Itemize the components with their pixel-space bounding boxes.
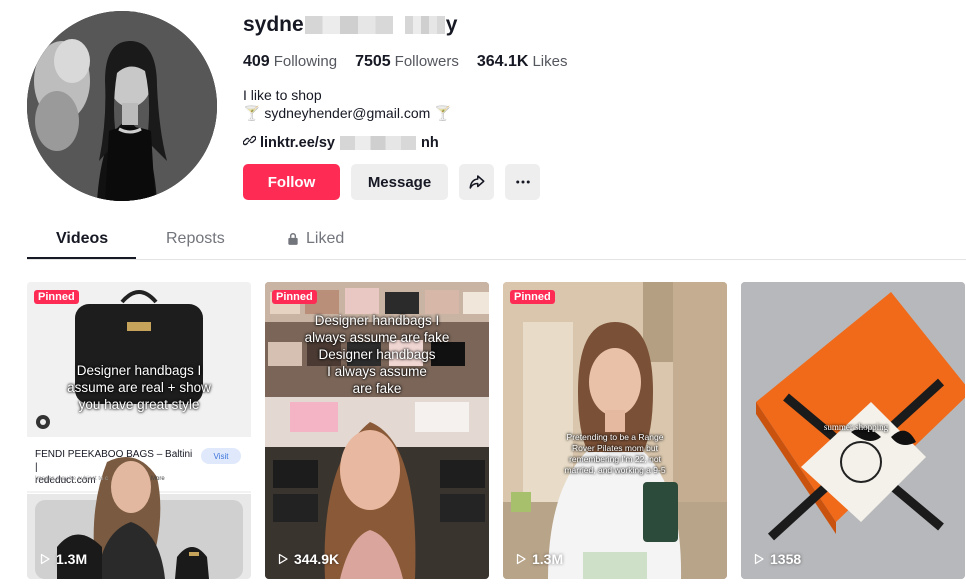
share-button[interactable] [459,164,494,200]
play-icon [754,553,764,565]
active-tab-indicator [27,257,136,259]
view-count: 344.9K [277,551,339,567]
video-caption: Designer handbags I always assume are fa… [277,312,477,397]
profile-username: sydne y [243,13,457,37]
tab-videos[interactable]: Videos [56,230,108,248]
view-count: 1.3M [39,551,87,567]
view-count-value: 1.3M [56,551,88,567]
caption-line: remembering I'm 22, not [569,454,661,464]
tab-liked[interactable]: Liked [286,230,344,248]
video-caption: summer shopping [811,422,901,433]
stat-value: 7505 [355,53,391,70]
message-button[interactable]: Message [351,164,448,200]
follow-button[interactable]: Follow [243,164,340,200]
stat-likes: 364.1K Likes [477,53,568,71]
ad-note: Images may be subject to c [35,476,109,482]
video-card[interactable]: Pinned Pretending to be a Range Rover Pi… [503,282,727,579]
play-icon [278,553,288,565]
caption-line: I always assume [327,364,427,379]
caption-line: always assume are fake [304,330,450,345]
video-card[interactable]: Pinned Designer handbags I assume are re… [27,282,251,579]
caption-line: Pretending to be a Range [566,432,664,442]
link-icon [242,134,257,151]
profile-tabs: Videos Reposts Liked [27,222,966,260]
caption-line: Designer handbags I [314,313,440,328]
view-count-value: 1.3M [532,551,564,567]
caption-line: married, and working a 9-5 [564,465,666,475]
tab-reposts[interactable]: Reposts [166,230,225,248]
view-count-value: 1358 [770,551,802,567]
redacted-block [404,16,445,34]
play-icon [516,553,526,565]
redacted-block [339,135,416,150]
tab-label: Videos [56,230,109,247]
tab-label: Liked [306,230,345,247]
profile-bio: I like to shop 🍸 sydneyhender@gmail.com … [243,86,452,122]
view-count: 1.3M [515,551,563,567]
username-prefix: sydne [243,13,304,36]
caption-line: you have great style [78,397,200,412]
caption-line: Designer handbags I [76,363,202,378]
pinned-badge: Pinned [34,290,79,304]
stat-value: 409 [243,53,270,70]
profile-actions: Follow Message [243,164,540,200]
redacted-block [304,16,393,34]
ad-title-line: FENDI PEEKABOO BAGS – Baltini | [35,449,193,473]
more-button[interactable] [505,164,540,200]
profile-stats: 409 Following 7505 Followers 364.1K Likes [243,53,567,71]
stat-label: Likes [532,53,568,70]
video-caption: Designer handbags I assume are real + sh… [39,362,239,413]
play-icon [40,553,50,565]
view-count: 1358 [753,551,801,567]
link-suffix: nh [420,134,439,151]
view-count-value: 344.9K [294,551,340,567]
more-icon [515,180,530,184]
tab-label: Reposts [166,230,225,247]
bio-line: I like to shop [243,87,322,103]
stat-value: 364.1K [476,53,529,70]
caption-line: Designer handbags [318,347,436,362]
video-card[interactable]: summer shopping 1358 [741,282,965,579]
caption-line: summer shopping [823,422,889,432]
stat-following[interactable]: 409 Following [243,53,337,71]
username-suffix: y [445,13,458,36]
pinned-badge: Pinned [272,290,317,304]
caption-line: are fake [352,381,402,396]
video-grid: Pinned Designer handbags I assume are re… [27,282,965,579]
ad-more: More [151,476,165,482]
link-prefix: linktr.ee/sy [260,134,335,151]
video-card[interactable]: Pinned Designer handbags I always assume… [265,282,489,579]
profile-avatar[interactable] [27,11,217,201]
caption-line: Rover Pilates mom but [572,443,658,453]
bio-line: 🍸 sydneyhender@gmail.com 🍸 [243,105,452,121]
stat-followers[interactable]: 7505 Followers [355,53,459,71]
lock-icon [288,233,298,245]
stat-label: Followers [394,53,459,70]
ad-visit-button: Visit [201,448,241,464]
pinned-badge: Pinned [510,290,555,304]
share-icon [469,175,484,189]
profile-link[interactable]: linktr.ee/sy nh [242,134,439,151]
video-caption: Pretending to be a Range Rover Pilates m… [540,432,690,476]
caption-line: assume are real + show [67,380,211,395]
stat-label: Following [273,53,338,70]
